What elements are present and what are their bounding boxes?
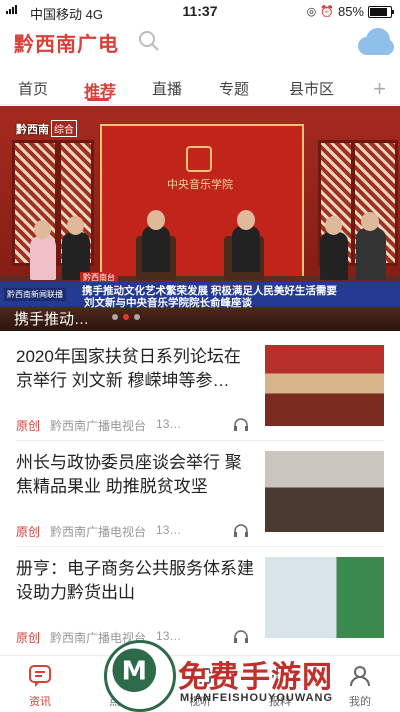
channel-sub: 综合 bbox=[51, 120, 77, 137]
carousel-dot[interactable] bbox=[123, 314, 129, 320]
carousel-dot[interactable] bbox=[112, 314, 118, 320]
banner-carousel[interactable]: 中央音乐学院 黔西南 综合 黔西南台 黔西南新闻联播 携手推动文化艺术繁荣发展 … bbox=[0, 106, 400, 331]
tab-topics[interactable]: 专题 bbox=[219, 78, 249, 99]
person bbox=[30, 236, 56, 280]
emblem bbox=[186, 146, 212, 172]
original-tag: 原创 bbox=[16, 419, 41, 433]
news-thumbnail[interactable] bbox=[265, 557, 384, 638]
news-thumbnail[interactable] bbox=[265, 451, 384, 532]
backdrop-text: 中央音乐学院 bbox=[167, 179, 233, 191]
person-head bbox=[147, 210, 165, 230]
news-count: 13… bbox=[156, 523, 182, 537]
headphone-icon[interactable] bbox=[233, 523, 249, 537]
news-caption: 黔西南新闻联播 携手推动文化艺术繁荣发展 积极满足人民美好生活需要 刘文新与中央… bbox=[0, 282, 400, 309]
person-head bbox=[325, 216, 342, 235]
battery-icon bbox=[368, 5, 394, 18]
carousel-dots bbox=[112, 314, 140, 320]
banner-title-bar: 携手推动… bbox=[0, 306, 400, 331]
news-item[interactable]: 册亨：电子商务公共服务体系建设助力黔货出山 原创 黔西南广播电视台 13… bbox=[0, 557, 400, 662]
divider bbox=[16, 546, 384, 547]
news-item[interactable]: 2020年国家扶贫日系列论坛在京举行 刘文新 穆嵘坤等参… 原创 黔西南广播电视… bbox=[0, 345, 400, 450]
news-source: 黔西南广播电视台 bbox=[50, 525, 147, 539]
channel-name: 黔西南 bbox=[16, 123, 49, 136]
status-bar: 中国移动 4G 11:37 ◎ ⏰ 85% bbox=[0, 0, 400, 22]
news-title[interactable]: 2020年国家扶贫日系列论坛在京举行 刘文新 穆嵘坤等参… bbox=[16, 345, 254, 393]
person bbox=[232, 226, 260, 272]
divider bbox=[16, 440, 384, 441]
news-thumbnail[interactable] bbox=[265, 345, 384, 426]
watermark-logo-icon: M bbox=[112, 648, 157, 693]
original-tag: 原创 bbox=[16, 631, 41, 645]
add-tab-icon[interactable]: + bbox=[373, 76, 386, 102]
chat-icon bbox=[29, 665, 51, 687]
news-count: 13… bbox=[156, 417, 182, 431]
tab-home[interactable]: 首页 bbox=[18, 78, 48, 99]
tab-live[interactable]: 直播 bbox=[152, 78, 182, 99]
nav-label: 资讯 bbox=[29, 696, 51, 708]
location-icon: ◎ bbox=[306, 6, 317, 18]
alarm-icon: ⏰ bbox=[320, 6, 334, 18]
headphone-icon[interactable] bbox=[233, 417, 249, 431]
watermark-logo: M bbox=[104, 640, 176, 712]
news-meta: 原创 黔西南广播电视台 13… bbox=[16, 523, 181, 540]
nav-news[interactable]: 资讯 bbox=[10, 664, 70, 709]
carousel-dot[interactable] bbox=[134, 314, 140, 320]
channel-badge: 黔西南 综合 bbox=[16, 120, 77, 137]
person-head bbox=[34, 220, 51, 239]
active-tab-indicator bbox=[87, 98, 109, 101]
person-head bbox=[361, 212, 379, 231]
cloud-icon[interactable] bbox=[353, 26, 395, 58]
user-icon bbox=[350, 666, 370, 687]
caption-tag: 黔西南新闻联播 bbox=[4, 288, 66, 301]
news-source: 黔西南广播电视台 bbox=[50, 419, 147, 433]
nav-me[interactable]: 我的 bbox=[330, 664, 390, 709]
news-title[interactable]: 册亨：电子商务公共服务体系建设助力黔货出山 bbox=[16, 557, 254, 605]
nav-label: 我的 bbox=[349, 696, 371, 708]
watermark-text: 免费手游网 bbox=[178, 661, 333, 694]
battery-fill bbox=[370, 7, 387, 16]
original-tag: 原创 bbox=[16, 525, 41, 539]
news-title[interactable]: 州长与政协委员座谈会举行 聚焦精品果业 助推脱贫攻坚 bbox=[16, 451, 254, 499]
category-tabs: 首页 推荐 直播 专题 县市区 bbox=[0, 72, 400, 105]
news-item[interactable]: 州长与政协委员座谈会举行 聚焦精品果业 助推脱贫攻坚 原创 黔西南广播电视台 1… bbox=[0, 451, 400, 556]
svg-text:M: M bbox=[122, 656, 147, 686]
app-logo: 黔西南广电 bbox=[14, 32, 119, 56]
banner-title: 携手推动… bbox=[14, 311, 90, 328]
news-meta: 原创 黔西南广播电视台 13… bbox=[16, 417, 181, 434]
person-head bbox=[67, 216, 84, 235]
headphone-icon[interactable] bbox=[233, 629, 249, 643]
watermark-sub: MIANFEISHOUYOUWANG bbox=[180, 692, 334, 704]
person-head bbox=[237, 210, 255, 230]
status-right: ◎ ⏰ 85% bbox=[306, 4, 394, 19]
tab-counties[interactable]: 县市区 bbox=[289, 78, 334, 99]
person bbox=[142, 226, 170, 272]
person bbox=[320, 232, 348, 280]
search-icon[interactable] bbox=[138, 30, 160, 52]
person bbox=[356, 228, 386, 280]
battery-percent: 85% bbox=[337, 4, 364, 19]
